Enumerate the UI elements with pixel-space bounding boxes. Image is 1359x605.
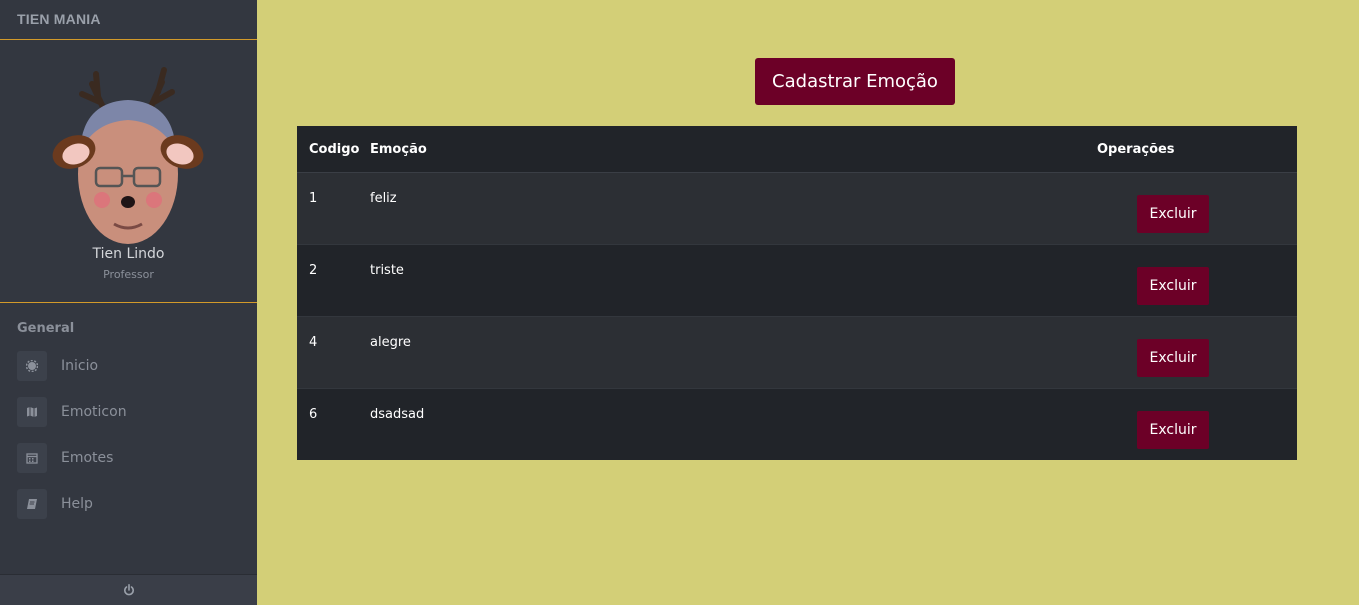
cell-operacoes: Excluir <box>1097 316 1297 389</box>
user-name: Tien Lindo <box>92 246 165 262</box>
sidebar-item-label: Help <box>61 496 93 512</box>
profile-panel: Tien Lindo Professor <box>0 40 257 303</box>
excluir-button[interactable]: Excluir <box>1137 339 1209 377</box>
codigo-value: 2 <box>309 263 318 278</box>
cell-emocao: alegre <box>370 316 1097 389</box>
emocao-value: alegre <box>370 335 411 350</box>
cell-codigo: 6 <box>297 388 370 460</box>
sidebar-item-help[interactable]: Help <box>17 489 247 519</box>
codigo-value: 1 <box>309 191 318 206</box>
sidebar-item-emotes[interactable]: Emotes <box>17 443 247 473</box>
excluir-button[interactable]: Excluir <box>1137 267 1209 305</box>
section-title-general: General <box>17 321 75 336</box>
avatar <box>52 67 204 244</box>
brand-title[interactable]: TIEN MANIA <box>0 0 257 40</box>
cadastrar-emocao-button[interactable]: Cadastrar Emoção <box>755 58 955 105</box>
column-header-emocao: Emoção <box>370 126 1097 173</box>
power-icon <box>123 584 134 596</box>
cell-codigo: 1 <box>297 172 370 245</box>
logout-button[interactable] <box>0 574 257 605</box>
table-row: 6 dsadsad Excluir <box>297 388 1297 460</box>
cell-operacoes: Excluir <box>1097 244 1297 317</box>
table-row: 4 alegre Excluir <box>297 316 1297 389</box>
codigo-value: 4 <box>309 335 318 350</box>
emocao-value: triste <box>370 263 404 278</box>
table-row: 1 feliz Excluir <box>297 172 1297 245</box>
gear-icon <box>17 351 47 381</box>
emocao-value: feliz <box>370 191 397 206</box>
excluir-button[interactable]: Excluir <box>1137 195 1209 233</box>
sidebar-item-label: Inicio <box>61 358 99 374</box>
cell-codigo: 2 <box>297 244 370 317</box>
emocao-value: dsadsad <box>370 407 425 422</box>
sidebar-item-label: Emoticon <box>61 404 127 420</box>
sidebar-item-inicio[interactable]: Inicio <box>17 351 247 381</box>
excluir-button[interactable]: Excluir <box>1137 411 1209 449</box>
cell-emocao: dsadsad <box>370 388 1097 460</box>
emotions-table: Codigo Emoção Operações 1 feliz Excluir … <box>297 126 1297 460</box>
column-header-operacoes: Operações <box>1097 126 1297 173</box>
cell-operacoes: Excluir <box>1097 172 1297 245</box>
book-icon <box>17 489 47 519</box>
user-role: Professor <box>103 268 154 281</box>
codigo-value: 6 <box>309 407 318 422</box>
column-header-codigo: Codigo <box>297 126 370 173</box>
sidebar-item-label: Emotes <box>61 450 114 466</box>
cell-emocao: triste <box>370 244 1097 317</box>
sidebar: TIEN MANIA Tien Lindo Professor General … <box>0 0 257 605</box>
table-row: 2 triste Excluir <box>297 244 1297 317</box>
map-icon <box>17 397 47 427</box>
table-header-row: Codigo Emoção Operações <box>297 126 1297 173</box>
cell-codigo: 4 <box>297 316 370 389</box>
cell-emocao: feliz <box>370 172 1097 245</box>
sidebar-item-emoticon[interactable]: Emoticon <box>17 397 247 427</box>
cell-operacoes: Excluir <box>1097 388 1297 460</box>
calendar-icon <box>17 443 47 473</box>
